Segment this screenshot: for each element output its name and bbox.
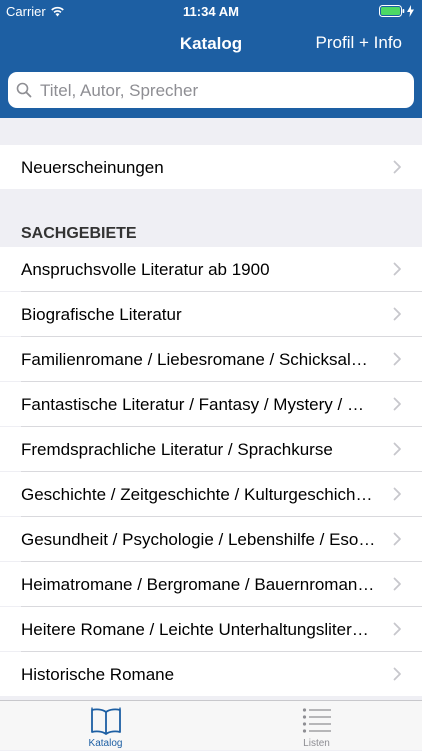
book-icon [90,707,121,735]
chevron-right-icon [393,487,401,501]
section-header: SACHGEBIETE [21,225,137,242]
list-item-label: Familienromane / Liebesromane / Schicksa… [21,350,376,369]
list-item[interactable]: Fantastische Literatur / Fantasy / Myste… [0,382,422,426]
search-bar[interactable] [8,72,414,110]
list-item-label: Anspruchsvolle Literatur ab 1900 [21,260,270,279]
list-item-neuerscheinungen[interactable]: Neuerscheinungen [0,145,422,189]
status-bar: Carrier 11:34 AM [0,0,422,22]
list-item-label: Neuerscheinungen [21,158,164,177]
search-area [0,68,422,118]
list-item-label: Biografische Literatur [21,305,182,324]
list-item[interactable]: Historische Romane [0,652,422,696]
tab-katalog[interactable]: Katalog [0,701,211,751]
chevron-right-icon [393,352,401,366]
chevron-right-icon [393,577,401,591]
list-item[interactable]: Familienromane / Liebesromane / Schicksa… [0,337,422,381]
list-item-label: Fantastische Literatur / Fantasy / Myste… [21,395,376,414]
list-item[interactable]: Biografische Literatur [0,292,422,336]
battery-indicator [379,5,414,17]
list-item-label: Fremdsprachliche Literatur / Sprachkurse [21,440,333,459]
list-item[interactable]: Geschichte / Zeitgeschichte / Kulturgesc… [0,472,422,516]
list-item[interactable]: Heimatromane / Bergromane / Bauernroman… [0,562,422,606]
list-item-label: Geschichte / Zeitgeschichte / Kulturgesc… [21,485,373,504]
list-item-label: Gesundheit / Psychologie / Lebenshilfe /… [21,530,376,549]
search-icon [16,82,32,98]
list-item[interactable]: Gesundheit / Psychologie / Lebenshilfe /… [0,517,422,561]
list-icon [302,708,331,733]
chevron-right-icon [393,532,401,546]
list-item[interactable]: Fremdsprachliche Literatur / Sprachkurse [0,427,422,471]
search-input[interactable] [38,72,402,110]
list-item-label: Heimatromane / Bergromane / Bauernroman… [21,575,375,594]
profile-info-button[interactable]: Profil + Info [316,33,402,53]
list-item-label: Heitere Romane / Leichte Unterhaltungsli… [21,620,369,639]
chevron-right-icon [393,622,401,636]
chevron-right-icon [393,442,401,456]
chevron-right-icon [393,307,401,321]
charging-icon [407,5,414,17]
status-time: 11:34 AM [183,4,239,19]
list-item[interactable]: Heitere Romane / Leichte Unterhaltungsli… [0,607,422,651]
chevron-right-icon [393,262,401,276]
navigation-bar: Katalog Profil + Info [0,22,422,68]
battery-icon [379,5,405,17]
list-item-label: Historische Romane [21,665,175,684]
tab-label: Listen [303,738,330,749]
tab-label: Katalog [88,738,123,749]
tab-listen[interactable]: Listen [211,701,422,751]
chevron-right-icon [393,397,401,411]
list-item[interactable]: Anspruchsvolle Literatur ab 1900 [0,247,422,291]
tab-bar: Katalog Listen [0,700,422,750]
chevron-right-icon [393,160,401,174]
chevron-right-icon [393,667,401,681]
